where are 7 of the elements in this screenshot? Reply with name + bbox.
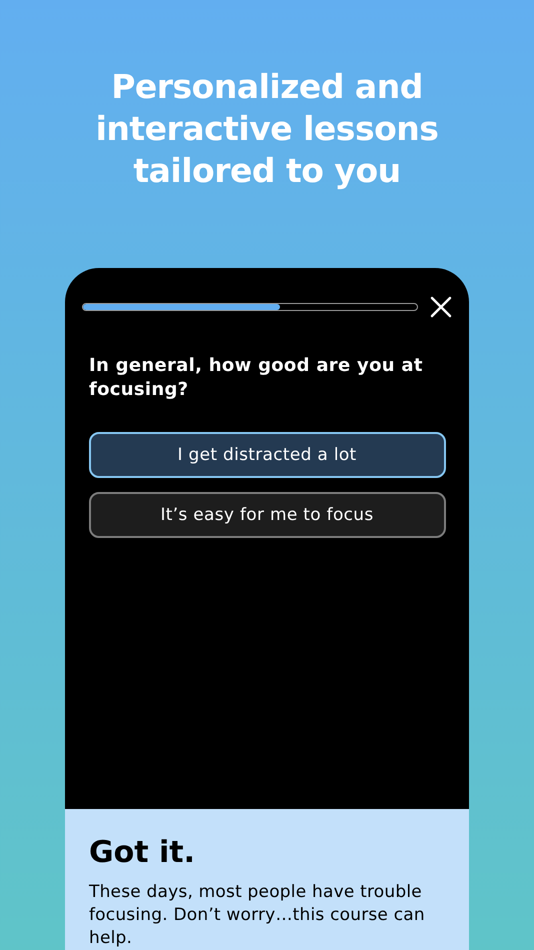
feedback-text: These days, most people have trouble focusing. Don’t worry…this course can help. — [89, 881, 426, 950]
feedback-title: Got it. — [89, 835, 196, 871]
answer-option[interactable]: It’s easy for me to focus — [88, 492, 446, 538]
close-icon[interactable] — [430, 296, 452, 318]
question-text: In general, how good are you at focusing? — [89, 354, 424, 402]
answer-option[interactable]: I get distracted a lot — [88, 432, 446, 478]
headline: Personalized and interactive lessons tailored to you — [94, 66, 440, 192]
